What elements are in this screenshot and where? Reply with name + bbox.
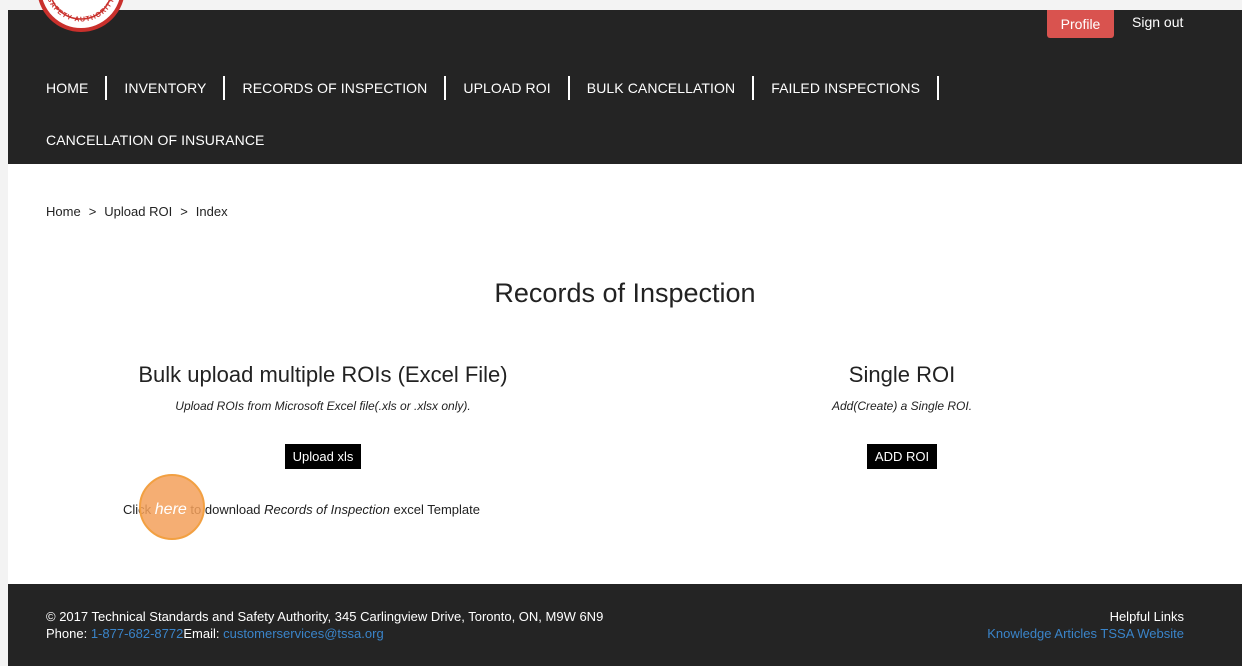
knowledge-articles-link[interactable]: Knowledge Articles: [987, 626, 1097, 641]
nav-separator: [567, 76, 570, 100]
nav-inventory[interactable]: INVENTORY: [124, 80, 206, 96]
nav-upload-roi[interactable]: UPLOAD ROI: [463, 80, 550, 96]
main-nav-row2: CANCELLATION OF INSURANCE: [46, 128, 265, 152]
profile-button[interactable]: Profile: [1047, 10, 1114, 38]
footer-email-label: Email:: [183, 626, 224, 641]
footer-email-link[interactable]: customerservices@tssa.org: [223, 626, 384, 641]
single-roi-title: Single ROI: [848, 362, 956, 387]
breadcrumb-separator: >: [180, 204, 188, 219]
nav-cancellation-of-insurance[interactable]: CANCELLATION OF INSURANCE: [46, 132, 265, 148]
page-title: Records of Inspection: [494, 278, 756, 308]
footer-contact: © 2017 Technical Standards and Safety Au…: [46, 608, 626, 642]
template-emphasis: Records of Inspection: [264, 502, 390, 517]
template-suffix: excel Template: [389, 502, 480, 517]
footer-copyright: © 2017 Technical Standards and Safety Au…: [46, 609, 604, 624]
add-roi-button[interactable]: ADD ROI: [866, 444, 938, 469]
nav-separator: [105, 76, 108, 100]
breadcrumb: Home > Upload ROI > Index: [46, 204, 228, 219]
nav-separator: [444, 76, 447, 100]
template-download-link[interactable]: here: [155, 501, 187, 518]
breadcrumb-home[interactable]: Home: [46, 204, 81, 219]
nav-separator: [937, 76, 940, 100]
footer-phone-label: Phone:: [46, 626, 91, 641]
signout-link[interactable]: Sign out: [1132, 14, 1183, 30]
bulk-upload-section: Bulk upload multiple ROIs (Excel File) U…: [88, 362, 558, 469]
nav-failed-inspections[interactable]: FAILED INSPECTIONS: [771, 80, 920, 96]
nav-records-of-inspection[interactable]: RECORDS OF INSPECTION: [242, 80, 427, 96]
template-download-text: Click here to download Records of Inspec…: [123, 501, 480, 519]
breadcrumb-separator: >: [88, 204, 97, 219]
bulk-upload-description: Upload ROIs from Microsoft Excel file(.x…: [175, 399, 471, 413]
site-footer: © 2017 Technical Standards and Safety Au…: [8, 584, 1242, 666]
upload-xls-button[interactable]: Upload xls: [284, 444, 362, 469]
footer-helpful-links: Helpful Links Knowledge Articles TSSA We…: [987, 608, 1184, 642]
tssa-website-link[interactable]: TSSA Website: [1100, 626, 1184, 641]
nav-bulk-cancellation[interactable]: BULK CANCELLATION: [587, 80, 735, 96]
nav-separator: [752, 76, 755, 100]
main-nav: HOME INVENTORY RECORDS OF INSPECTION UPL…: [46, 76, 956, 100]
single-roi-description: Add(Create) a Single ROI.: [831, 399, 973, 413]
helpful-links-heading: Helpful Links: [1109, 609, 1184, 624]
bulk-upload-title: Bulk upload multiple ROIs (Excel File): [138, 362, 508, 387]
page-frame: SAFETY AUTHORITY Profile Sign out HOME I…: [8, 0, 1242, 666]
tssa-logo[interactable]: SAFETY AUTHORITY: [36, 0, 126, 44]
breadcrumb-upload-roi[interactable]: Upload ROI: [104, 204, 172, 219]
breadcrumb-index: Index: [195, 204, 228, 219]
single-roi-section: Single ROI Add(Create) a Single ROI. ADD…: [772, 362, 1032, 469]
nav-home[interactable]: HOME: [46, 80, 88, 96]
site-header: SAFETY AUTHORITY Profile Sign out HOME I…: [8, 0, 1242, 164]
nav-separator: [223, 76, 226, 100]
footer-phone-link[interactable]: 1-877-682-8772: [91, 626, 184, 641]
